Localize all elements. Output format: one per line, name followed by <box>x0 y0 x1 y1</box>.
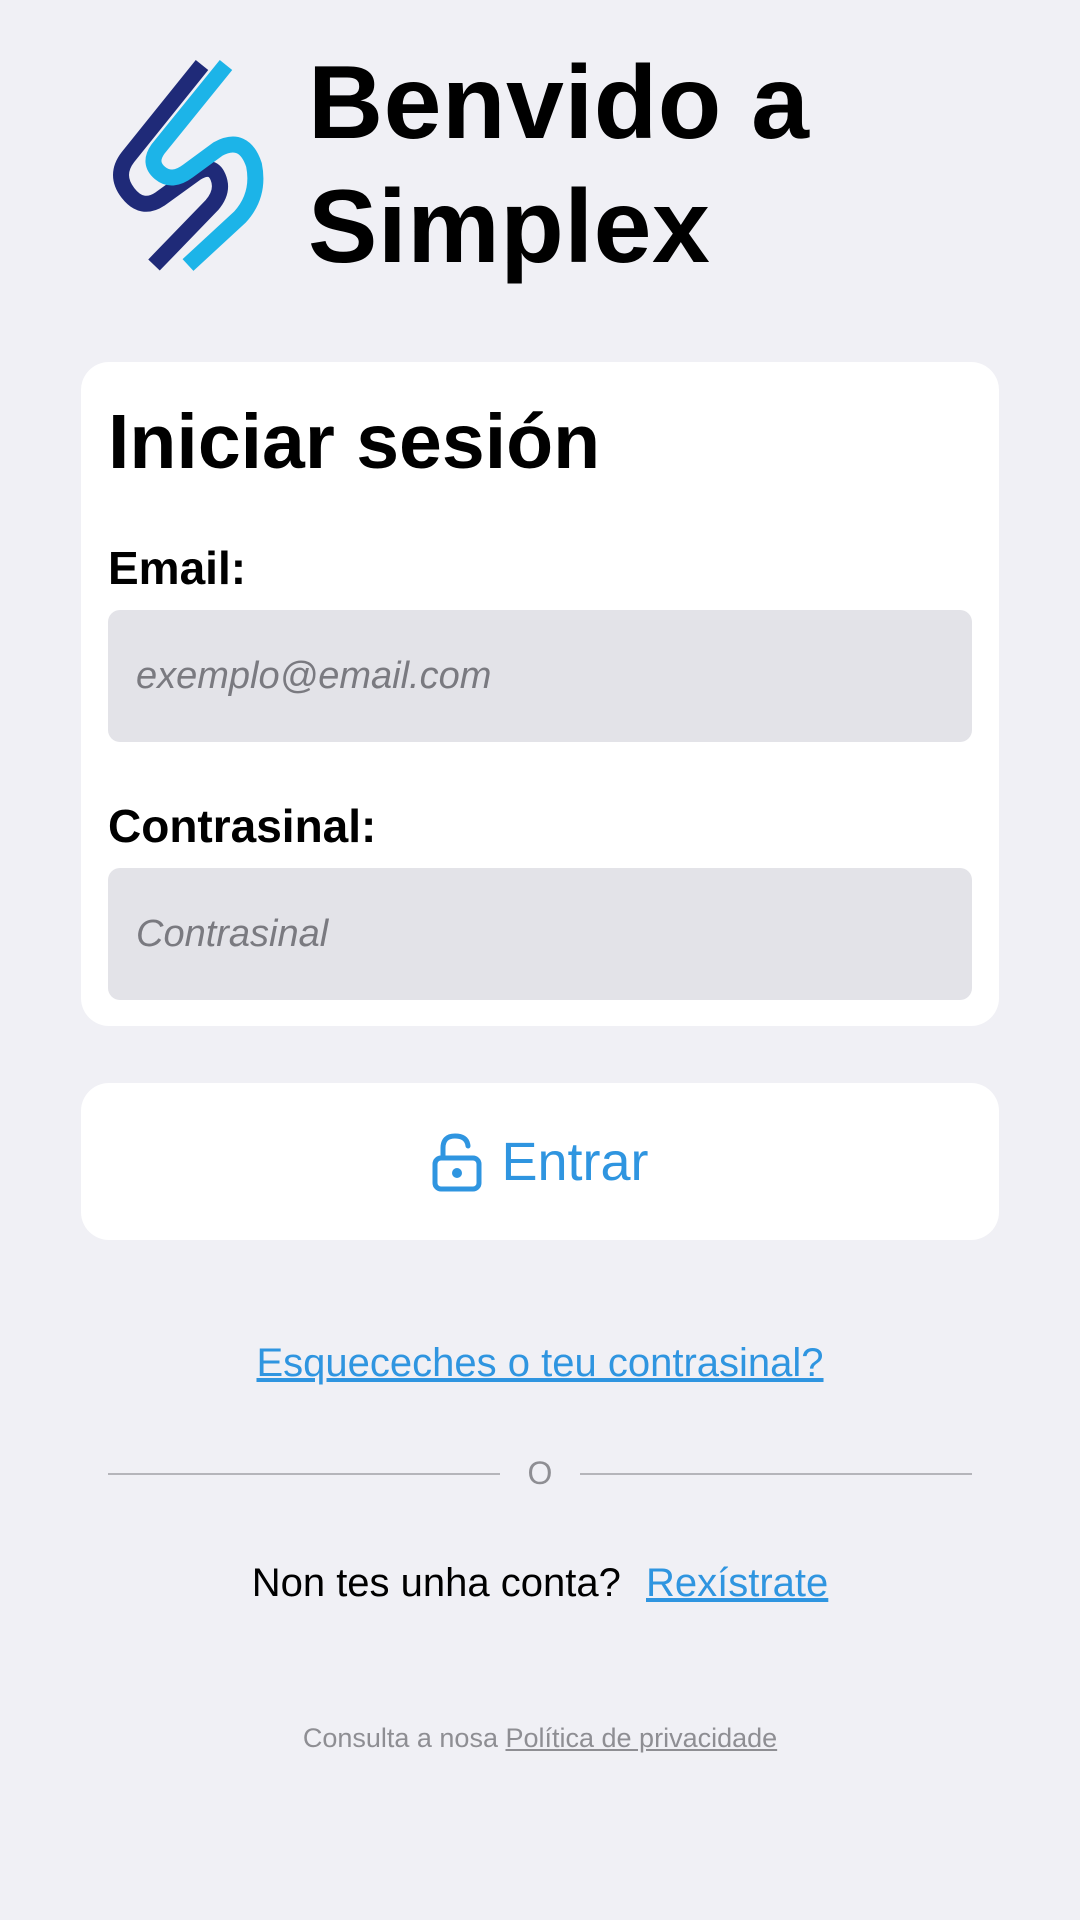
signup-prompt: Non tes unha conta? <box>251 1561 621 1605</box>
welcome-title: Benvido a Simplex <box>308 41 810 289</box>
simplex-logo-icon <box>113 59 264 271</box>
login-button-label: Entrar <box>501 1131 649 1192</box>
login-card: Iniciar sesión Email: Contrasinal: <box>81 362 999 1026</box>
welcome-header: Benvido a Simplex <box>108 40 1008 290</box>
email-field[interactable] <box>108 610 972 742</box>
login-screen: Benvido a Simplex Iniciar sesión Email: … <box>0 0 1080 1920</box>
or-divider: O <box>108 1457 972 1489</box>
divider-line-right <box>580 1473 972 1475</box>
privacy-prefix: Consulta a nosa <box>302 1723 498 1753</box>
welcome-title-line1: Benvido a <box>308 45 810 161</box>
forgot-password-link[interactable]: Esqueceches o teu contrasinal? <box>0 1335 1080 1391</box>
lock-open-icon <box>432 1132 482 1191</box>
privacy-policy-link[interactable]: Política de privacidade <box>505 1723 777 1753</box>
signup-row: Non tes unha conta? Rexístrate <box>0 1555 1080 1611</box>
email-label: Email: <box>108 542 247 594</box>
password-field[interactable] <box>108 868 972 1000</box>
login-title: Iniciar sesión <box>108 399 601 485</box>
welcome-title-line2: Simplex <box>308 169 711 285</box>
privacy-notice: Consulta a nosa Política de privacidade <box>0 1720 1080 1756</box>
login-button[interactable]: Entrar <box>81 1083 999 1240</box>
password-label: Contrasinal: <box>108 800 377 852</box>
signup-link[interactable]: Rexístrate <box>646 1561 828 1605</box>
